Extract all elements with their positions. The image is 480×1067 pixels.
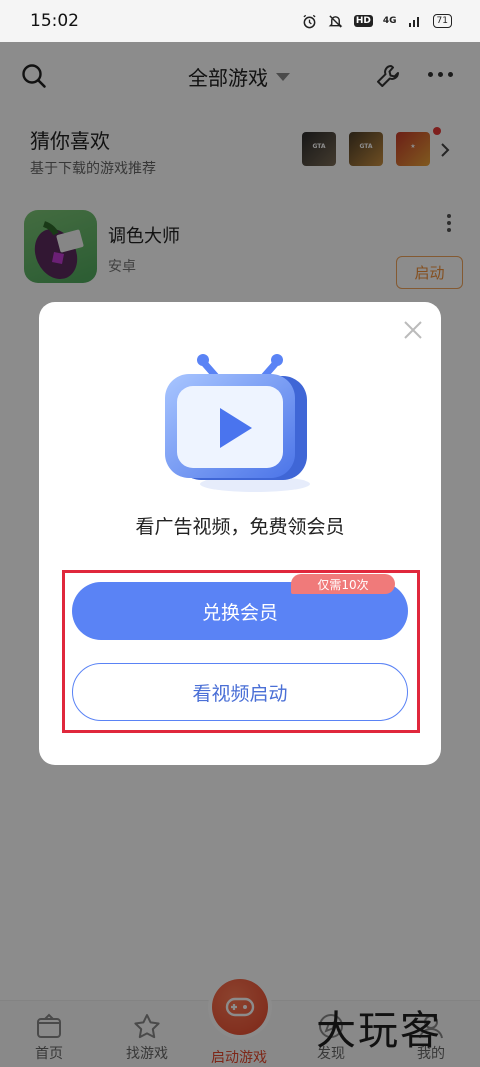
vip-dialog: 看广告视频，免费领会员 兑换会员 仅需10次 看视频启动 xyxy=(39,302,441,765)
close-icon[interactable] xyxy=(403,320,423,340)
dialog-message: 看广告视频，免费领会员 xyxy=(135,516,345,538)
battery-indicator: 71 xyxy=(432,14,452,28)
hd-badge: HD xyxy=(353,15,373,27)
network-indicator: 4G xyxy=(382,16,397,26)
tv-play-icon xyxy=(165,354,310,492)
required-count-badge: 仅需10次 xyxy=(291,574,395,594)
status-bar: 15:02 HD 4G 71 xyxy=(0,0,480,42)
signal-icon xyxy=(407,13,423,29)
watermark-logo: 大玩客 xyxy=(316,1008,442,1054)
watch-video-launch-button[interactable]: 看视频启动 xyxy=(72,663,408,721)
status-time: 15:02 xyxy=(30,11,79,31)
mute-icon xyxy=(328,13,344,29)
status-icons: HD 4G 71 xyxy=(302,13,452,29)
alarm-icon xyxy=(302,13,318,29)
